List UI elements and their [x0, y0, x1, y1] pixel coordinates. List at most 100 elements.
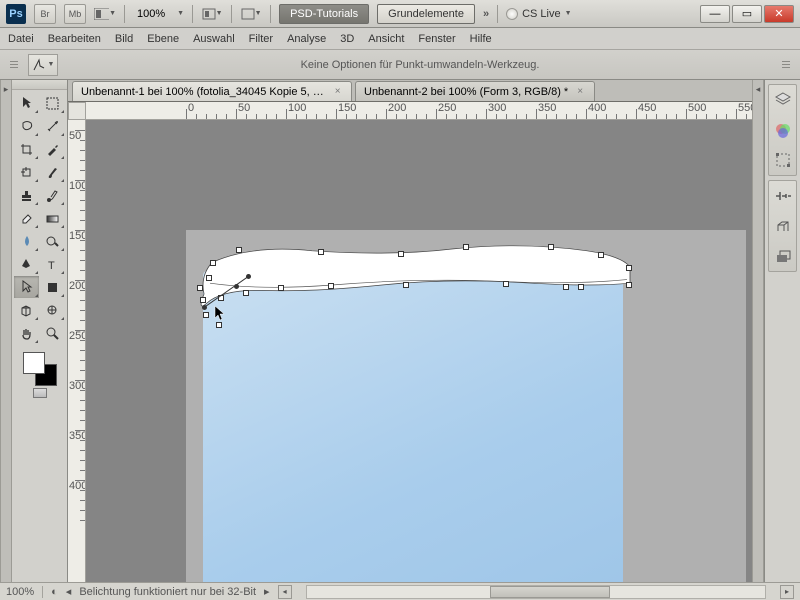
hand-icon[interactable]: ▼ [201, 5, 223, 23]
brush-tool[interactable] [40, 161, 65, 183]
bezier-handle[interactable] [246, 274, 251, 279]
bezier-handle[interactable] [234, 284, 239, 289]
history-icon[interactable] [772, 245, 794, 267]
anchor-point[interactable] [463, 244, 469, 250]
menu-datei[interactable]: Datei [8, 33, 34, 45]
anchor-point[interactable] [197, 285, 203, 291]
anchor-point[interactable] [318, 249, 324, 255]
anchor-point[interactable] [598, 252, 604, 258]
path-selection-tool[interactable] [14, 276, 39, 298]
anchor-point[interactable] [403, 282, 409, 288]
3d-camera-tool[interactable] [40, 299, 65, 321]
hand-tool[interactable] [14, 322, 39, 344]
zoom-level[interactable]: 100% [133, 8, 169, 20]
shape-tool[interactable] [40, 276, 65, 298]
channels-icon[interactable] [772, 119, 794, 141]
3d-tool[interactable] [14, 299, 39, 321]
anchor-point[interactable] [548, 244, 554, 250]
canvas[interactable] [186, 230, 746, 582]
menu-filter[interactable]: Filter [249, 33, 273, 45]
scroll-thumb[interactable] [490, 586, 610, 598]
bezier-handle[interactable] [202, 305, 207, 310]
eyedropper-tool[interactable] [40, 138, 65, 160]
ruler-corner[interactable] [68, 102, 86, 120]
healing-tool[interactable] [14, 161, 39, 183]
anchor-point[interactable] [200, 297, 206, 303]
menu-hilfe[interactable]: Hilfe [470, 33, 492, 45]
layout-icon[interactable]: ▼ [94, 5, 116, 23]
anchor-point[interactable] [398, 251, 404, 257]
lasso-tool[interactable] [14, 115, 39, 137]
dock-group[interactable] [768, 84, 797, 176]
chevron-right-icon[interactable]: » [483, 8, 489, 20]
ruler-horizontal[interactable]: 050100150200250300350400450500550 [86, 102, 752, 120]
ruler-vertical[interactable]: 50100150200250300350400 [68, 120, 86, 582]
move-tool[interactable] [14, 92, 39, 114]
anchor-point[interactable] [626, 265, 632, 271]
close-tab-icon[interactable]: × [574, 86, 586, 98]
magic-wand-tool[interactable] [40, 115, 65, 137]
screen-mode-icon[interactable]: ▼ [240, 5, 262, 23]
anchor-point[interactable] [216, 322, 222, 328]
status-next-icon[interactable]: ▸ [264, 585, 270, 598]
close-tab-icon[interactable]: × [332, 86, 343, 98]
anchor-point[interactable] [503, 281, 509, 287]
left-collapsed-panel[interactable]: ▸ [0, 80, 12, 582]
paths-icon[interactable] [772, 149, 794, 171]
anchor-point[interactable] [278, 285, 284, 291]
tool-panel-grip[interactable] [12, 80, 67, 90]
scroll-right-button[interactable]: ▸ [780, 585, 794, 599]
status-zoom[interactable]: 100% [6, 586, 34, 598]
pen-tool[interactable] [14, 253, 39, 275]
eraser-tool[interactable] [14, 207, 39, 229]
fg-color-swatch[interactable] [23, 352, 45, 374]
anchor-point[interactable] [578, 284, 584, 290]
zoom-tool[interactable] [40, 322, 65, 344]
anchor-point[interactable] [563, 284, 569, 290]
scroll-left-button[interactable]: ◂ [278, 585, 292, 599]
marquee-tool[interactable] [40, 92, 65, 114]
type-tool[interactable]: T [40, 253, 65, 275]
options-grip[interactable] [10, 54, 18, 76]
menu-fenster[interactable]: Fenster [418, 33, 455, 45]
styles-icon[interactable] [772, 215, 794, 237]
right-collapsed-panel[interactable]: ◂ [752, 80, 764, 582]
layers-icon[interactable] [772, 89, 794, 111]
quickmask-toggle[interactable] [33, 388, 47, 398]
stamp-tool[interactable] [14, 184, 39, 206]
anchor-point[interactable] [626, 282, 632, 288]
document-tab[interactable]: Unbenannt-2 bei 100% (Form 3, RGB/8) *× [355, 81, 595, 101]
workspace-active[interactable]: PSD-Tutorials [279, 4, 369, 24]
menu-ebene[interactable]: Ebene [147, 33, 179, 45]
menu-auswahl[interactable]: Auswahl [193, 33, 235, 45]
menu-3d[interactable]: 3D [340, 33, 354, 45]
gradient-tool[interactable] [40, 207, 65, 229]
anchor-point[interactable] [206, 275, 212, 281]
crop-tool[interactable] [14, 138, 39, 160]
anchor-point[interactable] [243, 290, 249, 296]
bridge-button[interactable]: Br [34, 4, 56, 24]
doc-info-icon[interactable]: ◐ [51, 586, 58, 598]
canvas-viewport[interactable] [86, 120, 752, 582]
blur-tool[interactable] [14, 230, 39, 252]
minimize-button[interactable]: — [700, 5, 730, 23]
menu-analyse[interactable]: Analyse [287, 33, 326, 45]
menu-ansicht[interactable]: Ansicht [368, 33, 404, 45]
workspace-other[interactable]: Grundelemente [377, 4, 475, 24]
status-prev-icon[interactable]: ◂ [66, 585, 72, 598]
h-scrollbar[interactable]: ◂ ▸ [278, 584, 794, 600]
anchor-point[interactable] [236, 247, 242, 253]
cs-live-button[interactable]: CS Live▼ [506, 8, 571, 20]
anchor-point[interactable] [328, 283, 334, 289]
dodge-tool[interactable] [40, 230, 65, 252]
anchor-point[interactable] [210, 260, 216, 266]
options-grip-right[interactable] [782, 54, 790, 76]
anchor-point[interactable] [203, 312, 209, 318]
close-button[interactable]: ✕ [764, 5, 794, 23]
history-brush-tool[interactable] [40, 184, 65, 206]
dock-group[interactable] [768, 180, 797, 272]
current-tool-icon[interactable]: ▼ [28, 54, 58, 76]
maximize-button[interactable]: ▭ [732, 5, 762, 23]
minibridge-button[interactable]: Mb [64, 4, 86, 24]
document-tab[interactable]: Unbenannt-1 bei 100% (fotolia_34045 Kopi… [72, 81, 352, 101]
